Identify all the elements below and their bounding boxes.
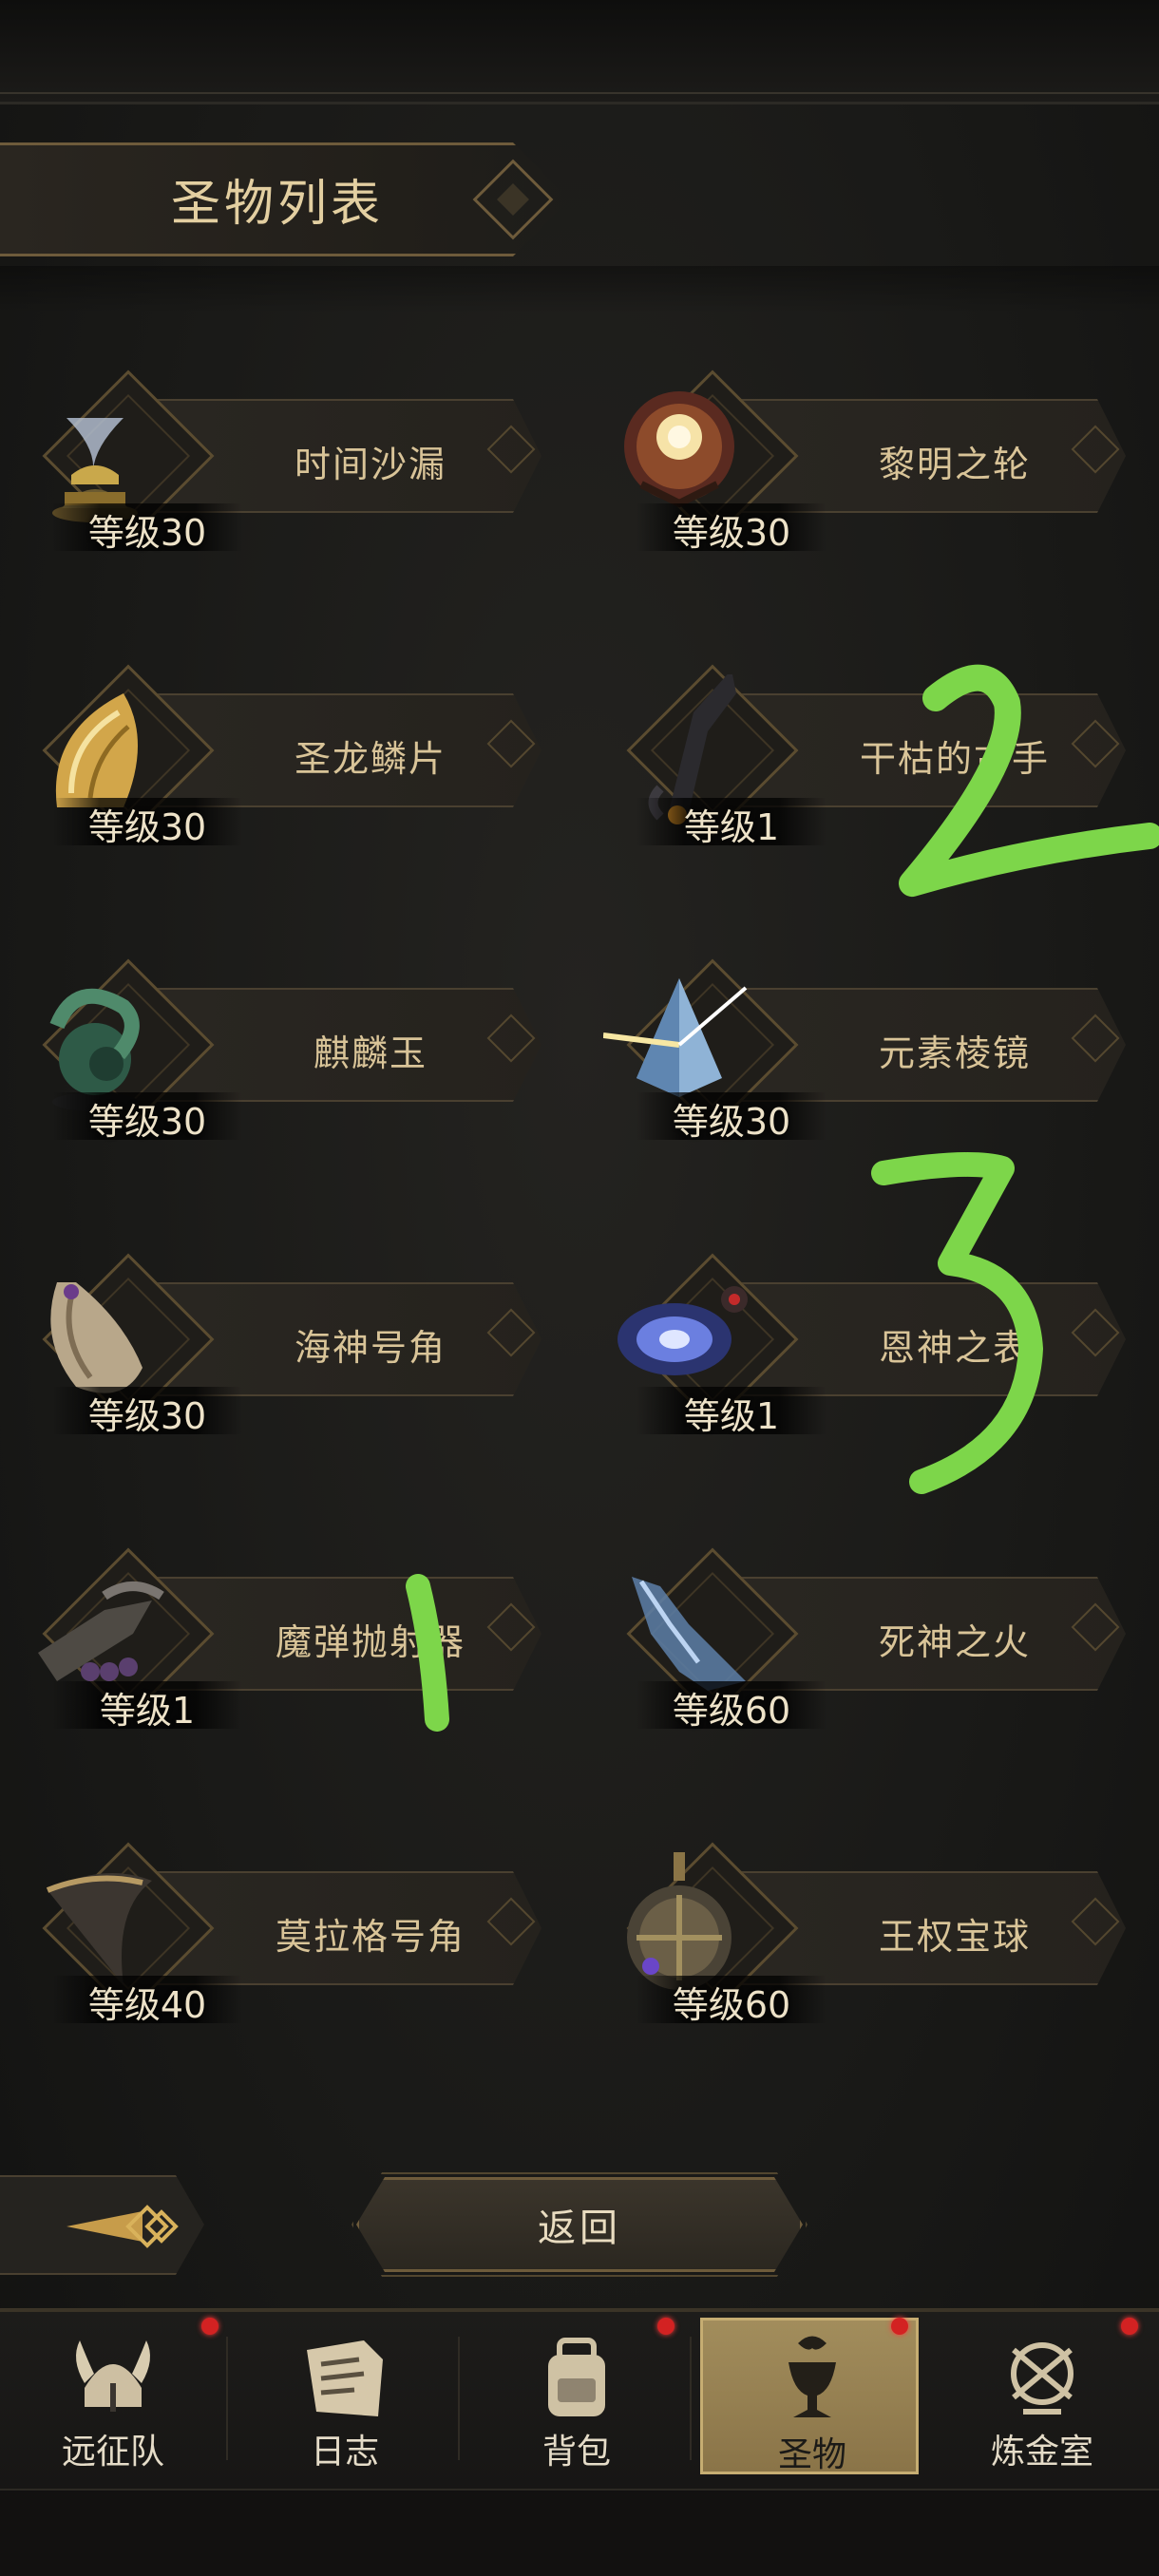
nav-tab-backpack[interactable]: 背包 — [467, 2318, 692, 2474]
relic-level: 等级30 — [636, 503, 826, 554]
relic-name: 海神号角 — [294, 1327, 446, 1369]
relic-card[interactable]: 干枯的古手 等级1 — [584, 664, 1145, 874]
collapse-arrow-button[interactable] — [0, 2175, 204, 2275]
relic-level: 等级60 — [636, 1681, 826, 1732]
nav-tab-expedition[interactable]: 远征队 — [4, 2318, 228, 2474]
relic-name: 时间沙漏 — [294, 444, 446, 485]
relic-level: 等级1 — [636, 1387, 826, 1437]
nav-separator — [690, 2337, 692, 2460]
badge-dot — [891, 2318, 908, 2335]
badge-dot — [201, 2318, 218, 2335]
relic-card[interactable]: 王权宝球 等级60 — [584, 1842, 1145, 2052]
scroll-map-icon — [307, 2340, 383, 2416]
relic-name: 魔弹抛射器 — [275, 1621, 466, 1663]
relic-card[interactable]: 死神之火 等级60 — [584, 1547, 1145, 1757]
nav-label: 日志 — [310, 2433, 379, 2472]
relic-name: 恩神之表 — [878, 1327, 1031, 1369]
badge-dot — [657, 2318, 674, 2335]
relic-card[interactable]: 麒麟玉 等级30 — [0, 958, 560, 1168]
relic-card[interactable]: 圣龙鳞片 等级30 — [0, 664, 560, 874]
nav-separator — [226, 2337, 228, 2460]
nav-label: 圣物 — [777, 2435, 846, 2474]
relic-card[interactable]: 海神号角 等级30 — [0, 1253, 560, 1463]
double-diamond-arrow-icon — [66, 2205, 179, 2248]
nav-tab-alchemy[interactable]: 炼金室 — [933, 2318, 1151, 2474]
header-shadow — [0, 266, 1159, 313]
badge-dot — [1121, 2318, 1138, 2335]
chalice-icon — [788, 2336, 836, 2417]
relic-name: 干枯的古手 — [859, 738, 1050, 780]
relic-level: 等级1 — [636, 798, 826, 848]
backpack-icon — [548, 2338, 605, 2416]
relic-name: 圣龙鳞片 — [294, 738, 446, 780]
bottom-strip — [0, 2489, 1159, 2576]
relic-card[interactable]: 元素棱镜 等级30 — [584, 958, 1145, 1168]
back-button[interactable]: 返回 — [356, 2177, 803, 2272]
relic-level: 等级30 — [52, 798, 242, 848]
nav-label: 远征队 — [61, 2433, 164, 2472]
relic-name: 黎明之轮 — [878, 444, 1031, 485]
top-ornament-band — [0, 0, 1159, 104]
relic-card[interactable]: 黎明之轮 等级30 — [584, 369, 1145, 579]
relic-level: 等级30 — [52, 1387, 242, 1437]
nav-label: 炼金室 — [990, 2433, 1093, 2472]
relic-name: 元素棱镜 — [878, 1032, 1031, 1074]
relic-card[interactable]: 莫拉格号角 等级40 — [0, 1842, 560, 2052]
relic-level: 等级30 — [52, 1092, 242, 1143]
nav-label: 背包 — [542, 2433, 611, 2472]
relic-name: 死神之火 — [878, 1621, 1031, 1663]
relic-level: 等级30 — [52, 503, 242, 554]
relic-name: 莫拉格号角 — [275, 1916, 466, 1958]
relic-name: 王权宝球 — [878, 1916, 1031, 1958]
nav-separator — [458, 2337, 460, 2460]
nav-tab-relics[interactable]: 圣物 — [700, 2318, 919, 2474]
relic-card[interactable]: 恩神之表 等级1 — [584, 1253, 1145, 1463]
nav-tab-journal[interactable]: 日志 — [236, 2318, 460, 2474]
relic-level: 等级40 — [52, 1976, 242, 2026]
page-title: 圣物列表 — [171, 176, 385, 233]
relic-level: 等级60 — [636, 1976, 826, 2026]
relic-card[interactable]: 魔弹抛射器 等级1 — [0, 1547, 560, 1757]
relic-name: 麒麟玉 — [313, 1032, 428, 1074]
viking-helmet-icon — [76, 2340, 150, 2412]
relic-level: 等级30 — [636, 1092, 826, 1143]
relic-card[interactable]: 时间沙漏 等级30 — [0, 369, 560, 579]
relic-level: 等级1 — [52, 1681, 242, 1732]
alchemy-icon — [1011, 2342, 1074, 2415]
